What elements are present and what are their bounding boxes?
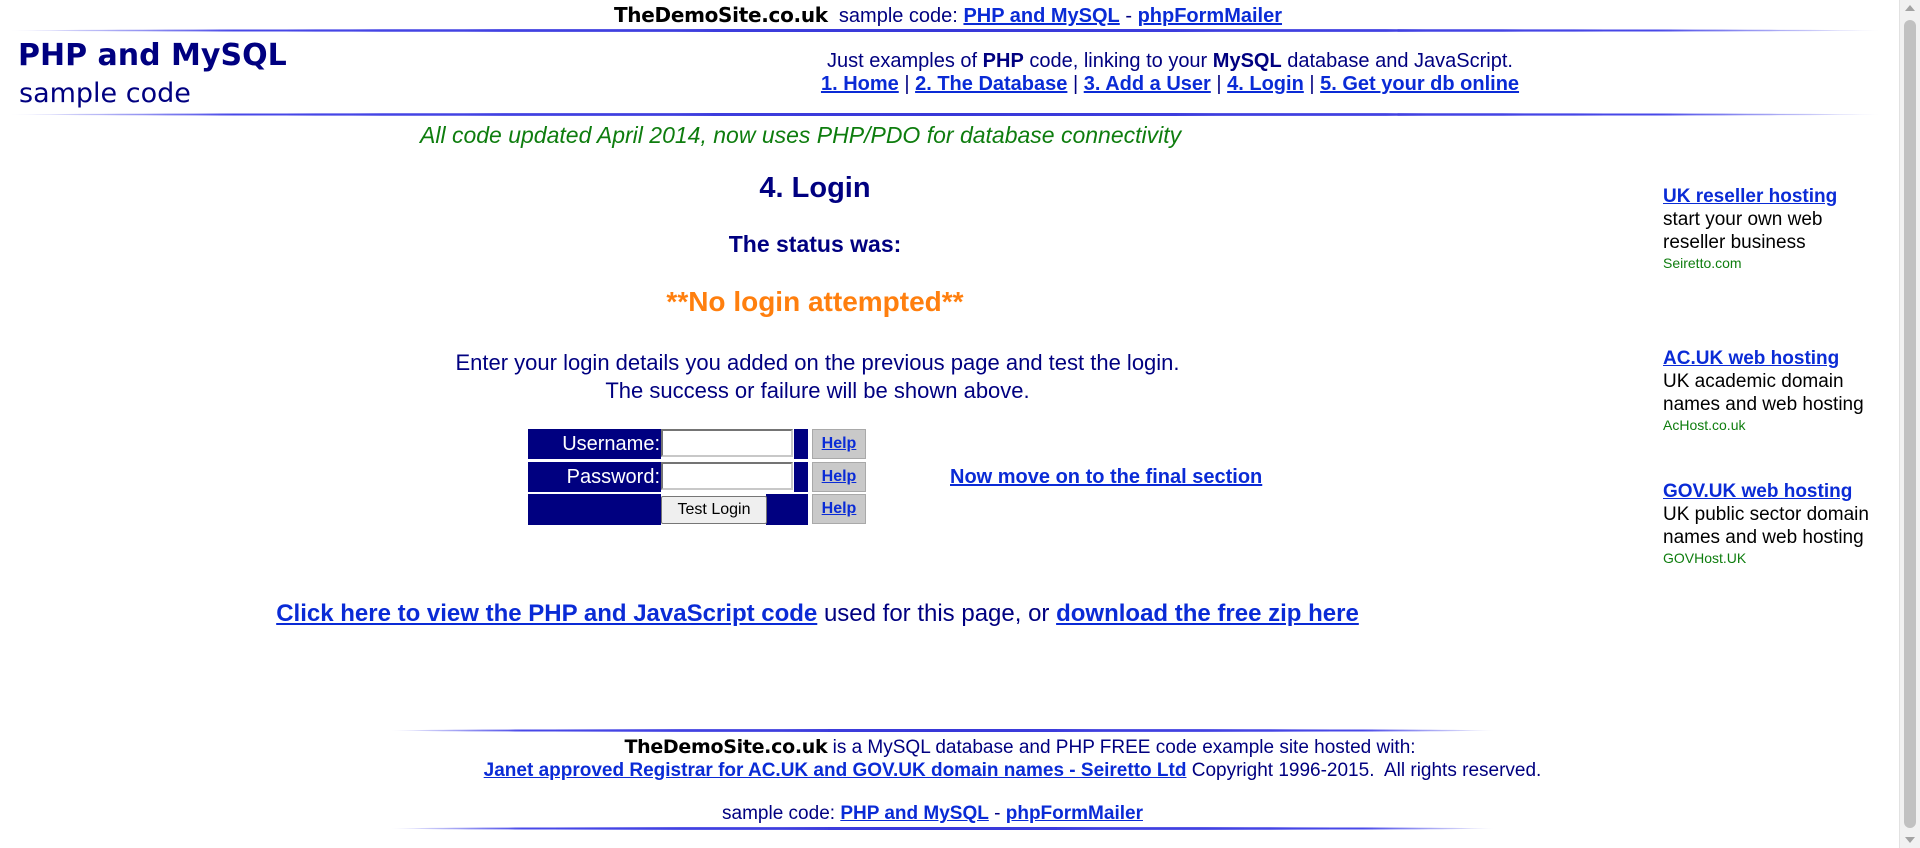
password-help-link[interactable]: Help: [822, 468, 857, 485]
nav-separator: |: [1309, 73, 1315, 95]
ad-title-link[interactable]: UK reseller hosting: [1663, 186, 1837, 207]
ad-title-link[interactable]: GOV.UK web hosting: [1663, 481, 1852, 502]
footer-registrar-line: Janet approved Registrar for AC.UK and G…: [380, 760, 1645, 782]
footer-hosting-line: TheDemoSite.co.uk is a MySQL database an…: [400, 736, 1640, 759]
top-link-php-mysql[interactable]: PHP and MySQL: [963, 5, 1119, 27]
page-title: 4. Login: [759, 172, 871, 204]
ad-gov-uk: GOV.UK web hosting UK public sector doma…: [1663, 480, 1878, 567]
top-divider: [10, 29, 1880, 32]
scroll-down-icon[interactable]: [1905, 837, 1915, 843]
login-instructions: Enter your login details you added on th…: [380, 349, 1255, 405]
username-label: Username:: [528, 429, 661, 459]
tagline-mysql: MySQL: [1212, 50, 1282, 72]
code-links-text: used for this page, or: [817, 600, 1057, 627]
registrar-link[interactable]: Janet approved Registrar for AC.UK and G…: [484, 760, 1187, 781]
logo-title: PHP and MySQL: [18, 38, 287, 73]
ad-uk-reseller: UK reseller hosting start your own web r…: [1663, 185, 1878, 272]
tagline-php: PHP: [982, 50, 1024, 72]
footer-separator: -: [988, 803, 1006, 824]
tagline-text: Just examples of: [827, 50, 983, 72]
top-bar-prefix: sample code:: [838, 5, 958, 27]
top-bar: TheDemoSite.co.uk sample code: PHP and M…: [0, 3, 1896, 28]
ad-ac-uk: AC.UK web hosting UK academic domain nam…: [1663, 347, 1878, 434]
tagline: Just examples of PHP code, linking to yo…: [790, 50, 1550, 73]
tagline-text: code, linking to your: [1023, 50, 1213, 72]
nav-get-db-online[interactable]: 5. Get your db online: [1320, 73, 1519, 95]
footer-top-divider: [390, 729, 1495, 732]
scrollbar[interactable]: [1899, 0, 1920, 848]
scrollbar-thumb[interactable]: [1904, 20, 1916, 828]
top-link-phpformmailer[interactable]: phpFormMailer: [1138, 5, 1282, 27]
footer-sample-prefix: sample code:: [722, 803, 841, 824]
logo-subtitle: sample code: [19, 78, 191, 109]
submit-help-link[interactable]: Help: [822, 500, 857, 517]
ad-text: UK academic domain names and web hosting: [1663, 371, 1864, 415]
submit-label-cell: [528, 494, 661, 525]
ad-text: start your own web reseller business: [1663, 209, 1823, 253]
ad-host: Seiretto.com: [1663, 255, 1742, 271]
username-help-link[interactable]: Help: [822, 435, 857, 452]
instructions-line-1: Enter your login details you added on th…: [455, 350, 1180, 375]
password-input[interactable]: [661, 462, 793, 490]
nav-separator: |: [904, 73, 910, 95]
ad-host: GOVHost.UK: [1663, 550, 1747, 566]
instructions-line-2: The success or failure will be shown abo…: [605, 378, 1030, 403]
site-brand: TheDemoSite.co.uk: [613, 3, 828, 27]
view-code-link[interactable]: Click here to view the PHP and JavaScrip…: [276, 600, 817, 627]
footer-link-php-mysql[interactable]: PHP and MySQL: [840, 803, 989, 824]
nav-add-a-user[interactable]: 3. Add a User: [1084, 73, 1211, 95]
nav-login[interactable]: 4. Login: [1227, 73, 1304, 95]
scroll-up-icon[interactable]: [1905, 5, 1915, 11]
form-cell: [794, 462, 808, 492]
next-section-link[interactable]: Now move on to the final section: [950, 466, 1262, 489]
nav-home[interactable]: 1. Home: [821, 73, 899, 95]
password-help-cell: Help: [812, 462, 866, 492]
top-bar-separator: -: [1125, 5, 1132, 27]
nav-the-database[interactable]: 2. The Database: [915, 73, 1067, 95]
footer-brand: TheDemoSite.co.uk: [624, 736, 828, 758]
ad-host: AcHost.co.uk: [1663, 417, 1746, 433]
code-links: Click here to view the PHP and JavaScrip…: [200, 600, 1435, 628]
main-nav: 1. Home | 2. The Database | 3. Add a Use…: [790, 73, 1550, 96]
username-input[interactable]: [661, 429, 793, 457]
footer-link-phpformmailer[interactable]: phpFormMailer: [1006, 803, 1143, 824]
nav-separator: |: [1072, 73, 1079, 95]
ad-text: UK public sector domain names and web ho…: [1663, 504, 1869, 548]
username-help-cell: Help: [812, 429, 866, 459]
ad-title-link[interactable]: AC.UK web hosting: [1663, 348, 1839, 369]
footer-sample-code: sample code: PHP and MySQL - phpFormMail…: [600, 803, 1265, 825]
footer-bottom-divider: [390, 827, 1495, 830]
status-value: **No login attempted**: [666, 286, 964, 317]
submit-help-cell: Help: [812, 494, 866, 524]
nav-separator: |: [1216, 73, 1222, 95]
copyright-text: Copyright 1996-2015. All rights reserved…: [1186, 760, 1542, 781]
test-login-button[interactable]: Test Login: [661, 496, 767, 524]
tagline-text: database and JavaScript.: [1281, 50, 1513, 72]
form-cell: [794, 429, 808, 459]
update-notice: All code updated April 2014, now uses PH…: [420, 122, 1182, 148]
password-label: Password:: [528, 462, 661, 492]
footer-hosting-text: is a MySQL database and PHP FREE code ex…: [827, 737, 1416, 758]
status-label: The status was:: [728, 231, 902, 257]
form-cell: [766, 494, 808, 525]
header-divider: [10, 113, 1880, 116]
download-zip-link[interactable]: download the free zip here: [1056, 600, 1359, 627]
